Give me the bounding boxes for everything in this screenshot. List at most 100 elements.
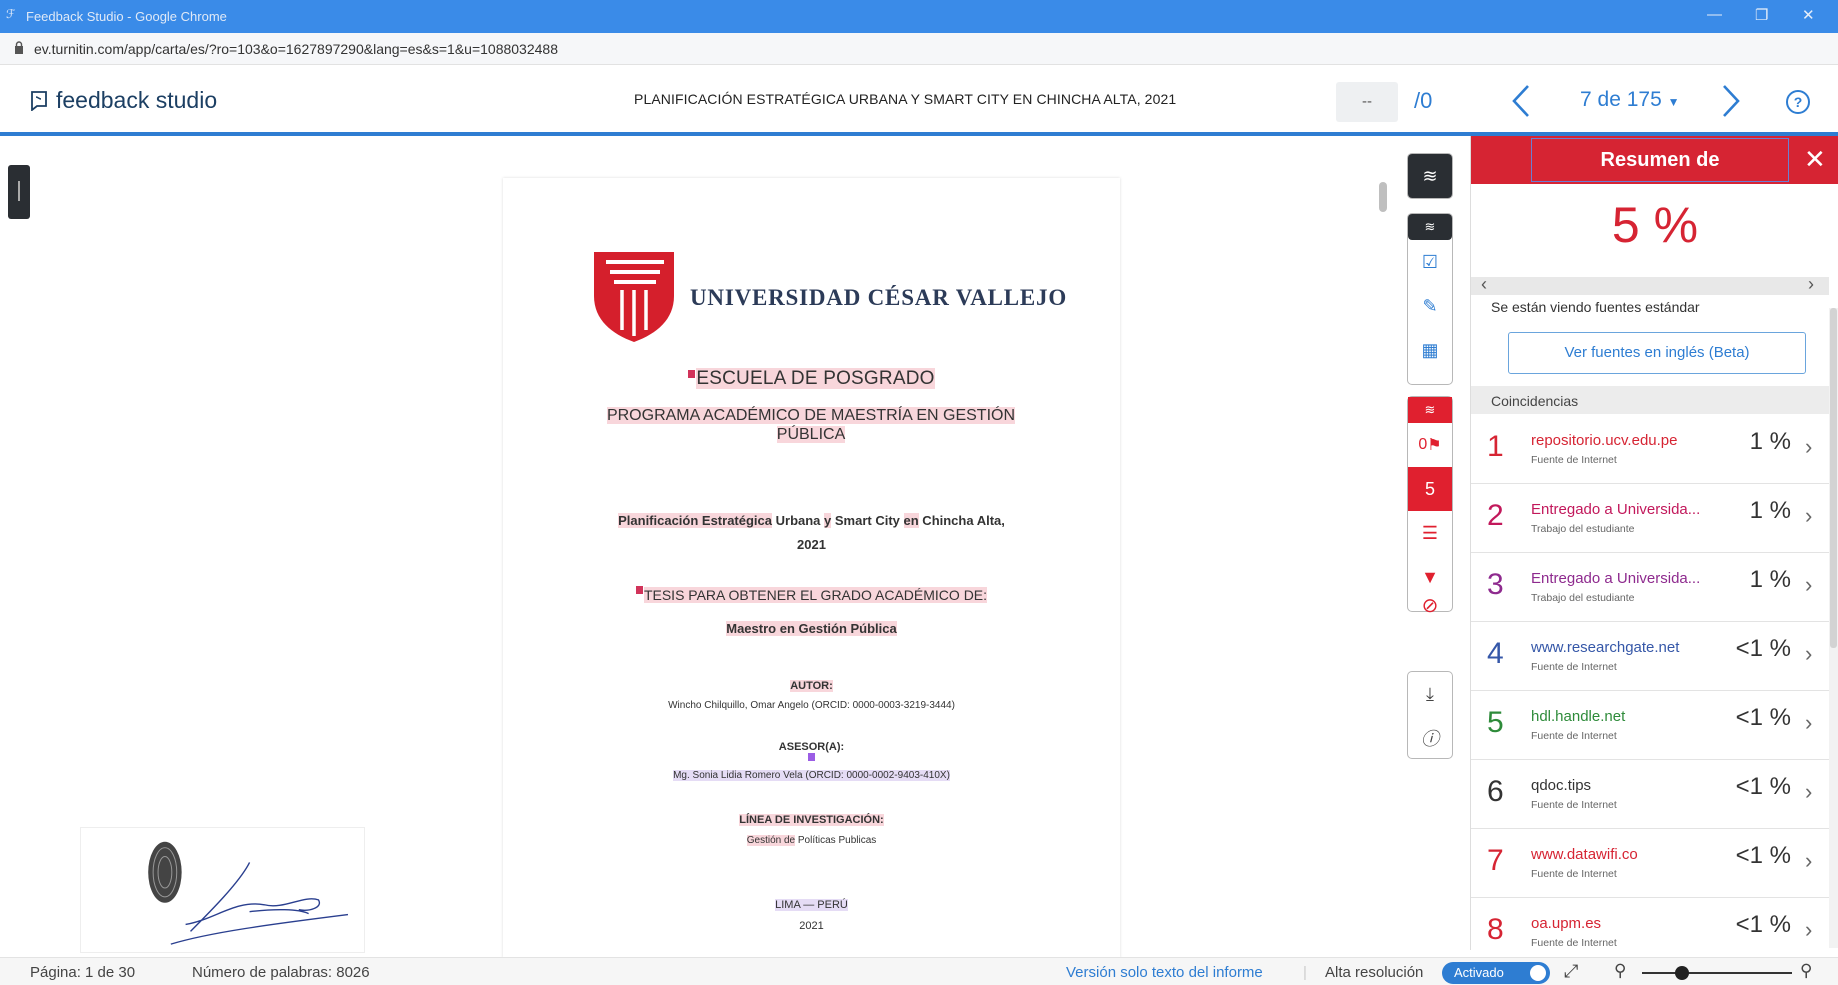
match-percent: <1 % [1735, 773, 1791, 800]
chevron-right-icon[interactable]: › [1808, 274, 1814, 295]
match-percent: 1 % [1749, 428, 1791, 455]
minimize-icon[interactable]: — [1707, 6, 1722, 23]
match-source-name[interactable]: oa.upm.es [1531, 915, 1701, 932]
title-part-1: Planificación Estratégica [618, 513, 773, 528]
zoom-slider-handle[interactable] [1675, 966, 1689, 980]
zoom-out-icon[interactable]: ⚲ [1614, 961, 1626, 981]
match-overview-icon[interactable]: 5 [1408, 467, 1452, 511]
logo-text: feedback studio [56, 87, 218, 113]
panel-scrollbar[interactable] [1829, 308, 1838, 948]
match-marker-icon[interactable] [688, 370, 696, 378]
match-source-name[interactable]: Entregado a Universida... [1531, 570, 1701, 587]
close-window-icon[interactable]: ✕ [1802, 6, 1815, 24]
match-row[interactable]: 2 Entregado a Universida... Trabajo del es… [1471, 485, 1829, 553]
chevron-right-icon[interactable]: › [1805, 779, 1812, 805]
match-marker-icon[interactable] [807, 753, 815, 761]
word-count: Número de palabras: 8026 [192, 964, 370, 981]
match-number: 7 [1487, 844, 1504, 877]
layers-icon[interactable]: ≋ [1408, 154, 1452, 198]
standard-sources-note: Se están viendo fuentes estándar [1491, 299, 1700, 315]
chevron-right-icon[interactable]: › [1805, 710, 1812, 736]
restore-icon[interactable]: ❐ [1755, 6, 1768, 24]
match-row[interactable]: 1 repositorio.ucv.edu.pe Fuente de Interne… [1471, 416, 1829, 484]
panel-title: Resumen de coincidencias [1531, 138, 1789, 213]
hires-toggle[interactable]: Activado [1442, 962, 1550, 984]
flag-count-icon[interactable]: 0 ⚑ [1408, 423, 1452, 467]
fullscreen-icon[interactable]: ⤢ [1564, 961, 1578, 982]
match-marker-icon[interactable] [635, 586, 643, 594]
help-icon[interactable]: ? [1786, 90, 1810, 114]
chevron-right-icon[interactable]: › [1805, 917, 1812, 943]
program-name: PROGRAMA ACADÉMICO DE MAESTRÍA EN GESTIÓ… [571, 406, 1051, 444]
school-text: ESCUELA DE POSGRADO [696, 368, 935, 389]
close-panel-icon[interactable]: ✕ [1804, 144, 1826, 175]
thesis-purpose: TESIS PARA OBTENER EL GRADO ACADÉMICO DE… [503, 586, 1120, 603]
feedback-studio-logo[interactable]: feedback studio [28, 87, 217, 114]
signature-fingerprint-image [80, 827, 365, 953]
match-source-type: Fuente de Internet [1531, 730, 1617, 742]
thesis-title: Planificación Estratégica Urbana y Smart… [503, 509, 1120, 557]
url-text[interactable]: ev.turnitin.com/app/carta/es/?ro=103&o=1… [34, 41, 558, 57]
match-source-type: Fuente de Internet [1531, 661, 1617, 673]
info-icon[interactable]: ⓘ [1408, 716, 1452, 760]
all-sources-icon[interactable]: ☰ [1408, 511, 1452, 555]
grade-input[interactable]: -- [1336, 82, 1398, 122]
document-page: UNIVERSIDAD CÉSAR VALLEJO ESCUELA DE POS… [503, 178, 1120, 958]
match-source-name[interactable]: repositorio.ucv.edu.pe [1531, 432, 1701, 449]
paper-count-label: 7 de 175 [1580, 88, 1662, 111]
left-drawer-handle[interactable] [8, 165, 30, 219]
chevron-right-icon[interactable]: › [1805, 572, 1812, 598]
match-percent: <1 % [1735, 911, 1791, 938]
feedback-edit-icon[interactable]: ✎ [1408, 284, 1452, 328]
match-source-name[interactable]: www.datawifi.co [1531, 846, 1701, 863]
match-row[interactable]: 4 www.researchgate.net Fuente de Internet <… [1471, 623, 1829, 691]
match-source-name[interactable]: www.researchgate.net [1531, 639, 1701, 656]
chevron-right-icon[interactable]: › [1805, 434, 1812, 460]
paper-count-selector[interactable]: 7 de 175 ▼ [1580, 88, 1679, 112]
browser-titlebar: ℱ Feedback Studio - Google Chrome — ❐ ✕ [0, 0, 1838, 33]
match-number: 6 [1487, 775, 1504, 808]
exclusions-icon[interactable]: ⊘ [1408, 595, 1452, 617]
title-part-2: Urbana [772, 513, 825, 528]
match-row[interactable]: 6 qdoc.tips Fuente de Internet <1 % › [1471, 761, 1829, 829]
next-paper-icon[interactable] [1716, 80, 1746, 122]
quickmark-checkbox-icon[interactable]: ☑ [1408, 240, 1452, 284]
advisor-text: Mg. Sonia Lidia Romero Vela (ORCID: 0000… [673, 770, 950, 781]
chevron-right-icon[interactable]: › [1805, 641, 1812, 667]
chevron-right-icon[interactable]: › [1805, 848, 1812, 874]
zoom-in-icon[interactable]: ⚲ [1800, 961, 1812, 981]
side-toolbar: ≋ ≋ ☑ ✎ ▦ ≋ 0 ⚑ 5 ☰ ▼ ⊘ ⤓ ⓘ [1407, 153, 1453, 773]
match-source-name[interactable]: qdoc.tips [1531, 777, 1701, 794]
text-only-report-link[interactable]: Versión solo texto del informe [1066, 964, 1263, 981]
match-row[interactable]: 7 www.datawifi.co Fuente de Internet <1 % › [1471, 830, 1829, 898]
title-part-6: Chincha Alta, [918, 513, 1005, 528]
chevron-left-icon[interactable]: ‹ [1481, 274, 1487, 295]
address-bar[interactable]: ev.turnitin.com/app/carta/es/?ro=103&o=1… [0, 33, 1838, 65]
advisor-name: Mg. Sonia Lidia Romero Vela (ORCID: 0000… [503, 753, 1120, 781]
match-overview-count: 5 [1424, 478, 1435, 499]
match-row[interactable]: 3 Entregado a Universida... Trabajo del es… [1471, 554, 1829, 622]
previous-paper-icon[interactable] [1506, 80, 1536, 122]
match-percent: <1 % [1735, 842, 1791, 869]
grading-layer-icon[interactable]: ≋ [1408, 214, 1452, 240]
zoom-slider-track[interactable] [1642, 972, 1792, 974]
status-bar: Página: 1 de 30 Número de palabras: 8026… [0, 957, 1838, 985]
city-text: LIMA — PERÚ [775, 899, 848, 911]
layers-toolbar-group: ≋ [1407, 153, 1453, 199]
match-percent: 1 % [1749, 566, 1791, 593]
degree-name: Maestro en Gestión Pública [503, 621, 1120, 636]
viewer-scrollbar[interactable] [1379, 182, 1387, 212]
match-row[interactable]: 5 hdl.handle.net Fuente de Internet <1 % › [1471, 692, 1829, 760]
match-source-name[interactable]: hdl.handle.net [1531, 708, 1701, 725]
match-percent: <1 % [1735, 704, 1791, 731]
research-line-part-1: Gestión de [746, 835, 796, 846]
author-name: Wincho Chilquillo, Omar Angelo (ORCID: 0… [668, 700, 955, 711]
chevron-right-icon[interactable]: › [1805, 503, 1812, 529]
rubric-grid-icon[interactable]: ▦ [1408, 328, 1452, 372]
english-sources-button[interactable]: Ver fuentes en inglés (Beta) [1508, 332, 1806, 374]
download-icon[interactable]: ⤓ [1408, 672, 1452, 716]
match-source-type: Trabajo del estudiante [1531, 592, 1635, 604]
similarity-layer-icon[interactable]: ≋ [1408, 397, 1452, 423]
match-source-name[interactable]: Entregado a Universida... [1531, 501, 1701, 518]
advisor-label: ASESOR(A): [778, 741, 845, 753]
